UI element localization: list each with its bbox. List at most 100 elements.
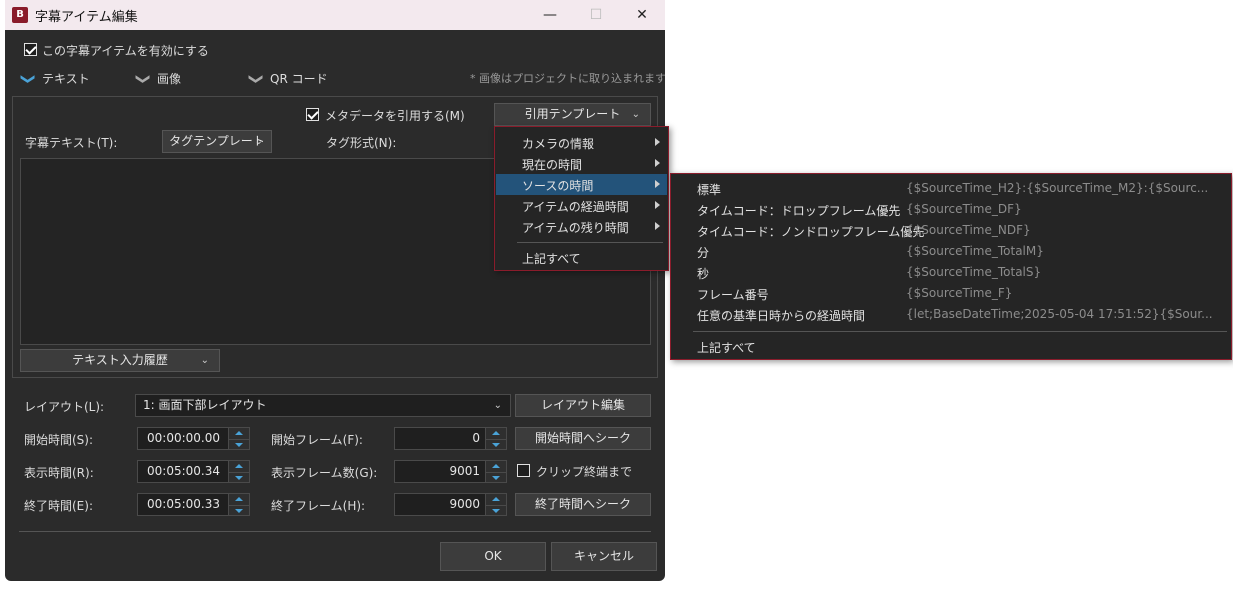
end-time-input[interactable]: 00:05:00.33 <box>137 493 229 516</box>
submenu-item-label: 上記すべて <box>697 341 756 355</box>
submenu-item-label: 秒 <box>697 267 710 281</box>
spin-up-icon[interactable] <box>486 428 506 439</box>
submenu-item-timecode-ndf[interactable]: タイムコード：ノンドロップフレーム優先 {$SourceTime_NDF} <box>671 220 1231 241</box>
frame-count-input[interactable]: 9001 <box>394 460 486 483</box>
start-frame-stepper[interactable] <box>485 427 507 450</box>
submenu-item-timecode-df[interactable]: タイムコード：ドロップフレーム優先 {$SourceTime_DF} <box>671 199 1231 220</box>
submenu-item-value: {$SourceTime_TotalS} <box>906 265 1042 279</box>
submenu-item-value: {$SourceTime_H2}:{$SourceTime_M2}:{$Sour… <box>906 181 1209 195</box>
subtitle-text-label: 字幕テキスト(T): <box>25 136 118 150</box>
duration-input[interactable]: 00:05:00.34 <box>137 460 229 483</box>
chevron-down-icon: ❯ <box>19 73 36 85</box>
submenu-item-all[interactable]: 上記すべて <box>671 336 1231 357</box>
tag-template-button[interactable]: タグテンプレート ⌄ <box>162 130 272 153</box>
duration-label: 表示時間(R): <box>24 466 94 480</box>
tab-image[interactable]: ❯ 画像 <box>134 70 227 88</box>
minimize-button[interactable]: — <box>527 0 573 30</box>
app-icon: B <box>12 7 28 23</box>
chevron-down-icon: ❯ <box>134 73 151 85</box>
spin-up-icon[interactable] <box>229 494 249 505</box>
use-metadata-checkbox[interactable] <box>306 108 319 121</box>
menu-item-label: 上記すべて <box>522 252 581 266</box>
frame-count-label: 表示フレーム数(G): <box>271 466 378 480</box>
start-frame-input[interactable]: 0 <box>394 427 486 450</box>
start-time-stepper[interactable] <box>228 427 250 450</box>
spin-down-icon[interactable] <box>229 438 249 451</box>
menu-item-current-time[interactable]: 現在の時間 <box>495 153 668 174</box>
submenu-item-value: {let;BaseDateTime;2025-05-04 17:51:52}{$… <box>906 307 1213 321</box>
menu-item-label: アイテムの残り時間 <box>522 221 629 235</box>
enable-item-checkbox[interactable] <box>24 43 37 56</box>
submenu-item-minutes[interactable]: 分 {$SourceTime_TotalM} <box>671 241 1231 262</box>
title-bar[interactable]: B 字幕アイテム編集 — ☐ ✕ <box>5 0 665 30</box>
layout-select-value: 1: 画面下部レイアウト <box>143 398 267 412</box>
text-history-button[interactable]: テキスト入力履歴 ⌄ <box>20 349 220 372</box>
end-time-stepper[interactable] <box>228 493 250 516</box>
seek-end-button[interactable]: 終了時間へシーク <box>515 493 651 516</box>
menu-item-all[interactable]: 上記すべて <box>495 247 668 268</box>
submenu-item-standard[interactable]: 標準 {$SourceTime_H2}:{$SourceTime_M2}:{$S… <box>671 178 1231 199</box>
menu-item-camera-info[interactable]: カメラの情報 <box>495 132 668 153</box>
layout-select[interactable]: 1: 画面下部レイアウト ⌄ <box>135 394 511 417</box>
submenu-item-value: {$SourceTime_DF} <box>906 202 1022 216</box>
tab-qr-label: QR コード <box>270 72 328 86</box>
spin-down-icon[interactable] <box>486 438 506 451</box>
spin-down-icon[interactable] <box>229 471 249 484</box>
quote-template-label: 引用テンプレート <box>524 107 621 121</box>
spin-up-icon[interactable] <box>229 428 249 439</box>
submenu-item-frame-number[interactable]: フレーム番号 {$SourceTime_F} <box>671 283 1231 304</box>
source-time-submenu: 標準 {$SourceTime_H2}:{$SourceTime_M2}:{$S… <box>670 173 1232 360</box>
spin-down-icon[interactable] <box>229 504 249 517</box>
dialog-window: B 字幕アイテム編集 — ☐ ✕ この字幕アイテムを有効にする ❯ テキスト ❯… <box>5 0 665 581</box>
frame-count-stepper[interactable] <box>485 460 507 483</box>
cancel-button[interactable]: キャンセル <box>551 542 657 571</box>
submenu-item-label: タイムコード：ドロップフレーム優先 <box>697 204 901 218</box>
close-button[interactable]: ✕ <box>619 0 665 30</box>
submenu-item-value: {$SourceTime_F} <box>906 286 1013 300</box>
submenu-item-label: タイムコード：ノンドロップフレーム優先 <box>697 225 925 239</box>
menu-item-label: アイテムの経過時間 <box>522 200 629 214</box>
submenu-item-label: 分 <box>697 246 710 260</box>
quote-template-button[interactable]: 引用テンプレート ⌄ <box>494 103 651 126</box>
maximize-button[interactable]: ☐ <box>573 0 619 30</box>
layout-edit-button[interactable]: レイアウト編集 <box>515 394 651 417</box>
duration-stepper[interactable] <box>228 460 250 483</box>
spin-up-icon[interactable] <box>229 461 249 472</box>
menu-item-source-time[interactable]: ソースの時間 <box>496 174 667 195</box>
submenu-item-seconds[interactable]: 秒 {$SourceTime_TotalS} <box>671 262 1231 283</box>
spin-up-icon[interactable] <box>486 494 506 505</box>
submenu-item-value: {$SourceTime_TotalM} <box>906 244 1044 258</box>
use-metadata-label: メタデータを引用する(M) <box>325 109 465 123</box>
clip-end-checkbox[interactable] <box>517 464 530 477</box>
text-history-label: テキスト入力履歴 <box>72 353 168 367</box>
menu-item-label: カメラの情報 <box>522 137 595 151</box>
seek-start-button[interactable]: 開始時間へシーク <box>515 427 651 450</box>
tab-note: * 画像はプロジェクトに取り込まれます。 <box>470 72 665 85</box>
tab-qr-code[interactable]: ❯ QR コード <box>248 70 350 88</box>
end-frame-label: 終了フレーム(H): <box>271 499 366 513</box>
ok-button[interactable]: OK <box>440 542 546 571</box>
spin-down-icon[interactable] <box>486 471 506 484</box>
enable-item-label: この字幕アイテムを有効にする <box>42 44 209 58</box>
spin-down-icon[interactable] <box>486 504 506 517</box>
start-time-input[interactable]: 00:00:00.00 <box>137 427 229 450</box>
chevron-down-icon: ⌄ <box>631 109 640 120</box>
tab-text[interactable]: ❯ テキスト <box>19 70 132 88</box>
end-time-label: 終了時間(E): <box>24 499 93 513</box>
window-title: 字幕アイテム編集 <box>35 10 138 25</box>
tag-format-label: タグ形式(N): <box>326 136 397 150</box>
clip-end-label: クリップ終端まで <box>536 465 633 479</box>
submenu-separator <box>693 331 1227 332</box>
submenu-arrow-icon <box>655 180 660 188</box>
end-frame-stepper[interactable] <box>485 493 507 516</box>
chevron-down-icon: ⌄ <box>254 136 263 147</box>
submenu-item-elapsed-from-base[interactable]: 任意の基準日時からの経過時間 {let;BaseDateTime;2025-05… <box>671 304 1231 325</box>
start-time-label: 開始時間(S): <box>24 433 94 447</box>
chevron-down-icon: ⌄ <box>493 400 502 411</box>
spin-up-icon[interactable] <box>486 461 506 472</box>
end-frame-input[interactable]: 9000 <box>394 493 486 516</box>
menu-item-remaining-time[interactable]: アイテムの残り時間 <box>495 216 668 237</box>
menu-item-elapsed-time[interactable]: アイテムの経過時間 <box>495 195 668 216</box>
tab-text-label: テキスト <box>42 72 90 86</box>
menu-item-label: 現在の時間 <box>522 158 583 172</box>
